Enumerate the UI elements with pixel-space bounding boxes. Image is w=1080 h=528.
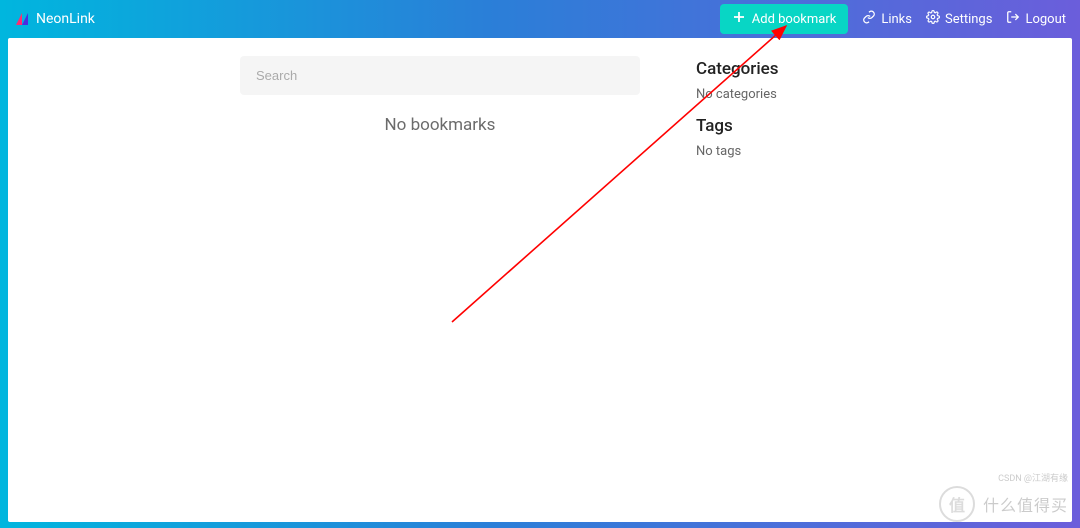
nav-links-label: Links (881, 12, 912, 27)
add-bookmark-label: Add bookmark (752, 12, 837, 27)
plus-icon (732, 10, 746, 28)
main-area: No bookmarks (32, 56, 668, 522)
gear-icon (926, 10, 940, 28)
sidebar: Categories No categories Tags No tags (668, 56, 1048, 522)
brand-name: NeonLink (36, 11, 95, 27)
search-input[interactable] (240, 56, 640, 95)
navbar: NeonLink Add bookmark Links Settings Log… (0, 0, 1080, 38)
brand[interactable]: NeonLink (14, 11, 95, 27)
content-panel: No bookmarks Categories No categories Ta… (8, 38, 1072, 522)
tags-heading: Tags (696, 116, 1048, 136)
link-icon (862, 10, 876, 28)
nav-logout-label: Logout (1025, 12, 1066, 27)
nav-settings-label: Settings (945, 12, 992, 27)
csdn-watermark: CSDN @江湖有缘 (998, 471, 1068, 484)
no-bookmarks-message: No bookmarks (385, 115, 496, 135)
nav-links[interactable]: Links (862, 10, 912, 28)
nav-logout[interactable]: Logout (1006, 10, 1066, 28)
categories-heading: Categories (696, 59, 1048, 79)
add-bookmark-button[interactable]: Add bookmark (720, 4, 849, 34)
tags-empty: No tags (696, 144, 1048, 159)
nav-right: Add bookmark Links Settings Logout (720, 4, 1066, 34)
nav-settings[interactable]: Settings (926, 10, 992, 28)
logo-icon (14, 11, 30, 27)
logout-icon (1006, 10, 1020, 28)
site-watermark: 值 什么值得买 (939, 486, 1068, 522)
watermark-text: 什么值得买 (983, 492, 1068, 516)
watermark-badge-icon: 值 (939, 486, 975, 522)
categories-empty: No categories (696, 87, 1048, 102)
